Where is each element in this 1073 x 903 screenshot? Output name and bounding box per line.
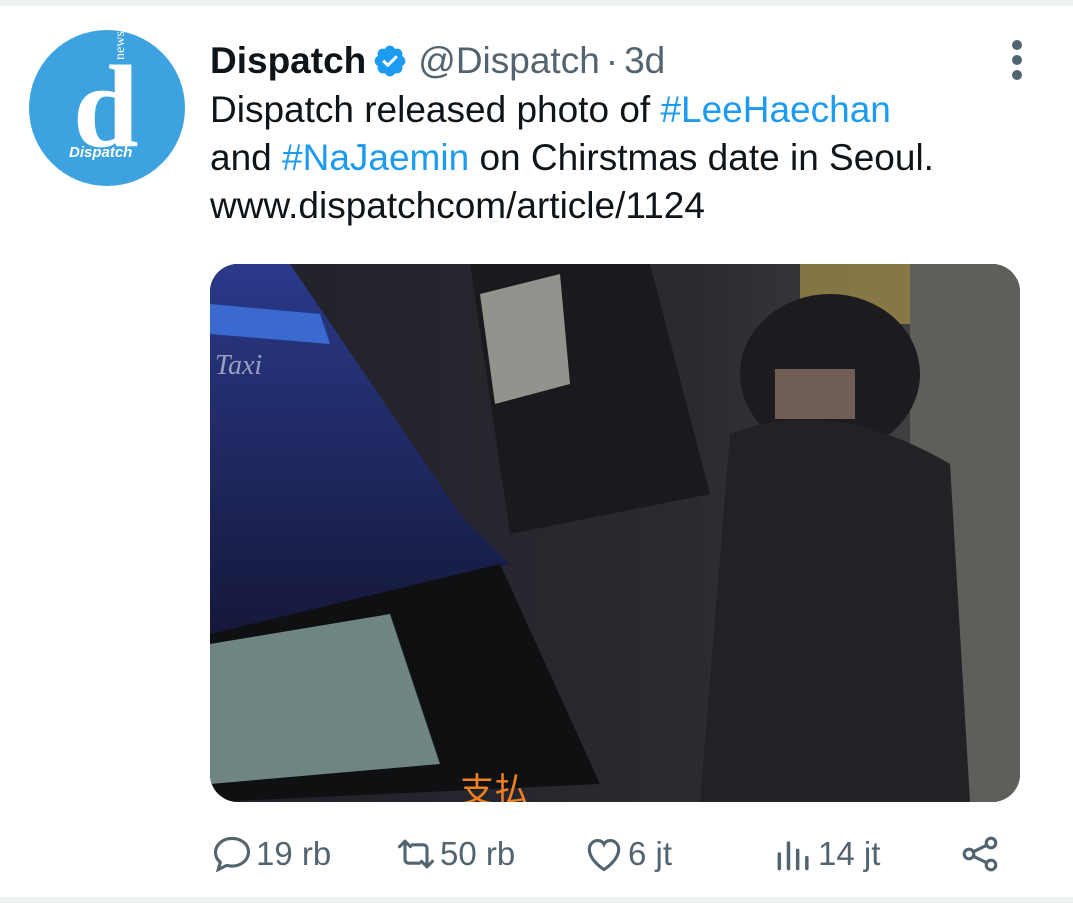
like-count: 6 jt xyxy=(628,835,673,872)
tweet-link[interactable]: www.dispatchcom/article/1124 xyxy=(210,185,705,226)
tweet-photo[interactable]: 支払 Taxi xyxy=(210,264,1020,802)
taxi-text: Taxi xyxy=(215,350,262,381)
display-name[interactable]: Dispatch xyxy=(210,40,366,82)
views-button[interactable]: 14 jt xyxy=(772,828,880,880)
views-count: 14 jt xyxy=(818,835,881,872)
heart-icon xyxy=(587,839,621,872)
tweet-header: Dispatch @Dispatch · 3d xyxy=(210,38,665,84)
reply-icon xyxy=(213,836,251,873)
retweet-button[interactable]: 50 rb xyxy=(394,828,515,880)
action-bar: 19 rb 50 rb 6 jt 14 jt xyxy=(210,828,1010,880)
timestamp[interactable]: 3d xyxy=(624,40,665,82)
separator: · xyxy=(605,40,619,81)
text-line2-prefix: and xyxy=(210,137,283,178)
hashtag-najaemin[interactable]: #NaJaemin xyxy=(282,137,469,178)
more-options-icon[interactable] xyxy=(1007,40,1029,80)
reply-button[interactable]: 19 rb xyxy=(210,828,331,880)
avatar-brand-text: Dispatch xyxy=(69,144,133,161)
share-button[interactable] xyxy=(958,828,1002,880)
avatar[interactable]: d news Dispatch xyxy=(29,30,185,186)
avatar-side-text: news xyxy=(113,31,128,60)
handle[interactable]: @Dispatch xyxy=(418,40,600,82)
verified-badge-icon xyxy=(374,45,406,77)
share-icon xyxy=(962,836,998,872)
like-button[interactable]: 6 jt xyxy=(582,828,672,880)
taxi-sign-text: 支払 xyxy=(460,771,528,802)
text-line2-suffix: on Chirstmas date in Seoul. xyxy=(469,137,934,178)
top-divider xyxy=(0,0,1073,6)
tweet-text: Dispatch released photo of #LeeHaechan a… xyxy=(210,86,1050,230)
bottom-divider xyxy=(0,897,1073,903)
retweet-count: 50 rb xyxy=(440,835,516,872)
text-line1-prefix: Dispatch released photo of xyxy=(210,89,661,130)
retweet-icon xyxy=(397,839,435,869)
hashtag-leehaechan[interactable]: #LeeHaechan xyxy=(660,89,890,130)
views-icon xyxy=(777,841,809,871)
photo-illustration: 支払 Taxi xyxy=(210,264,1020,802)
reply-count: 19 rb xyxy=(256,835,332,872)
